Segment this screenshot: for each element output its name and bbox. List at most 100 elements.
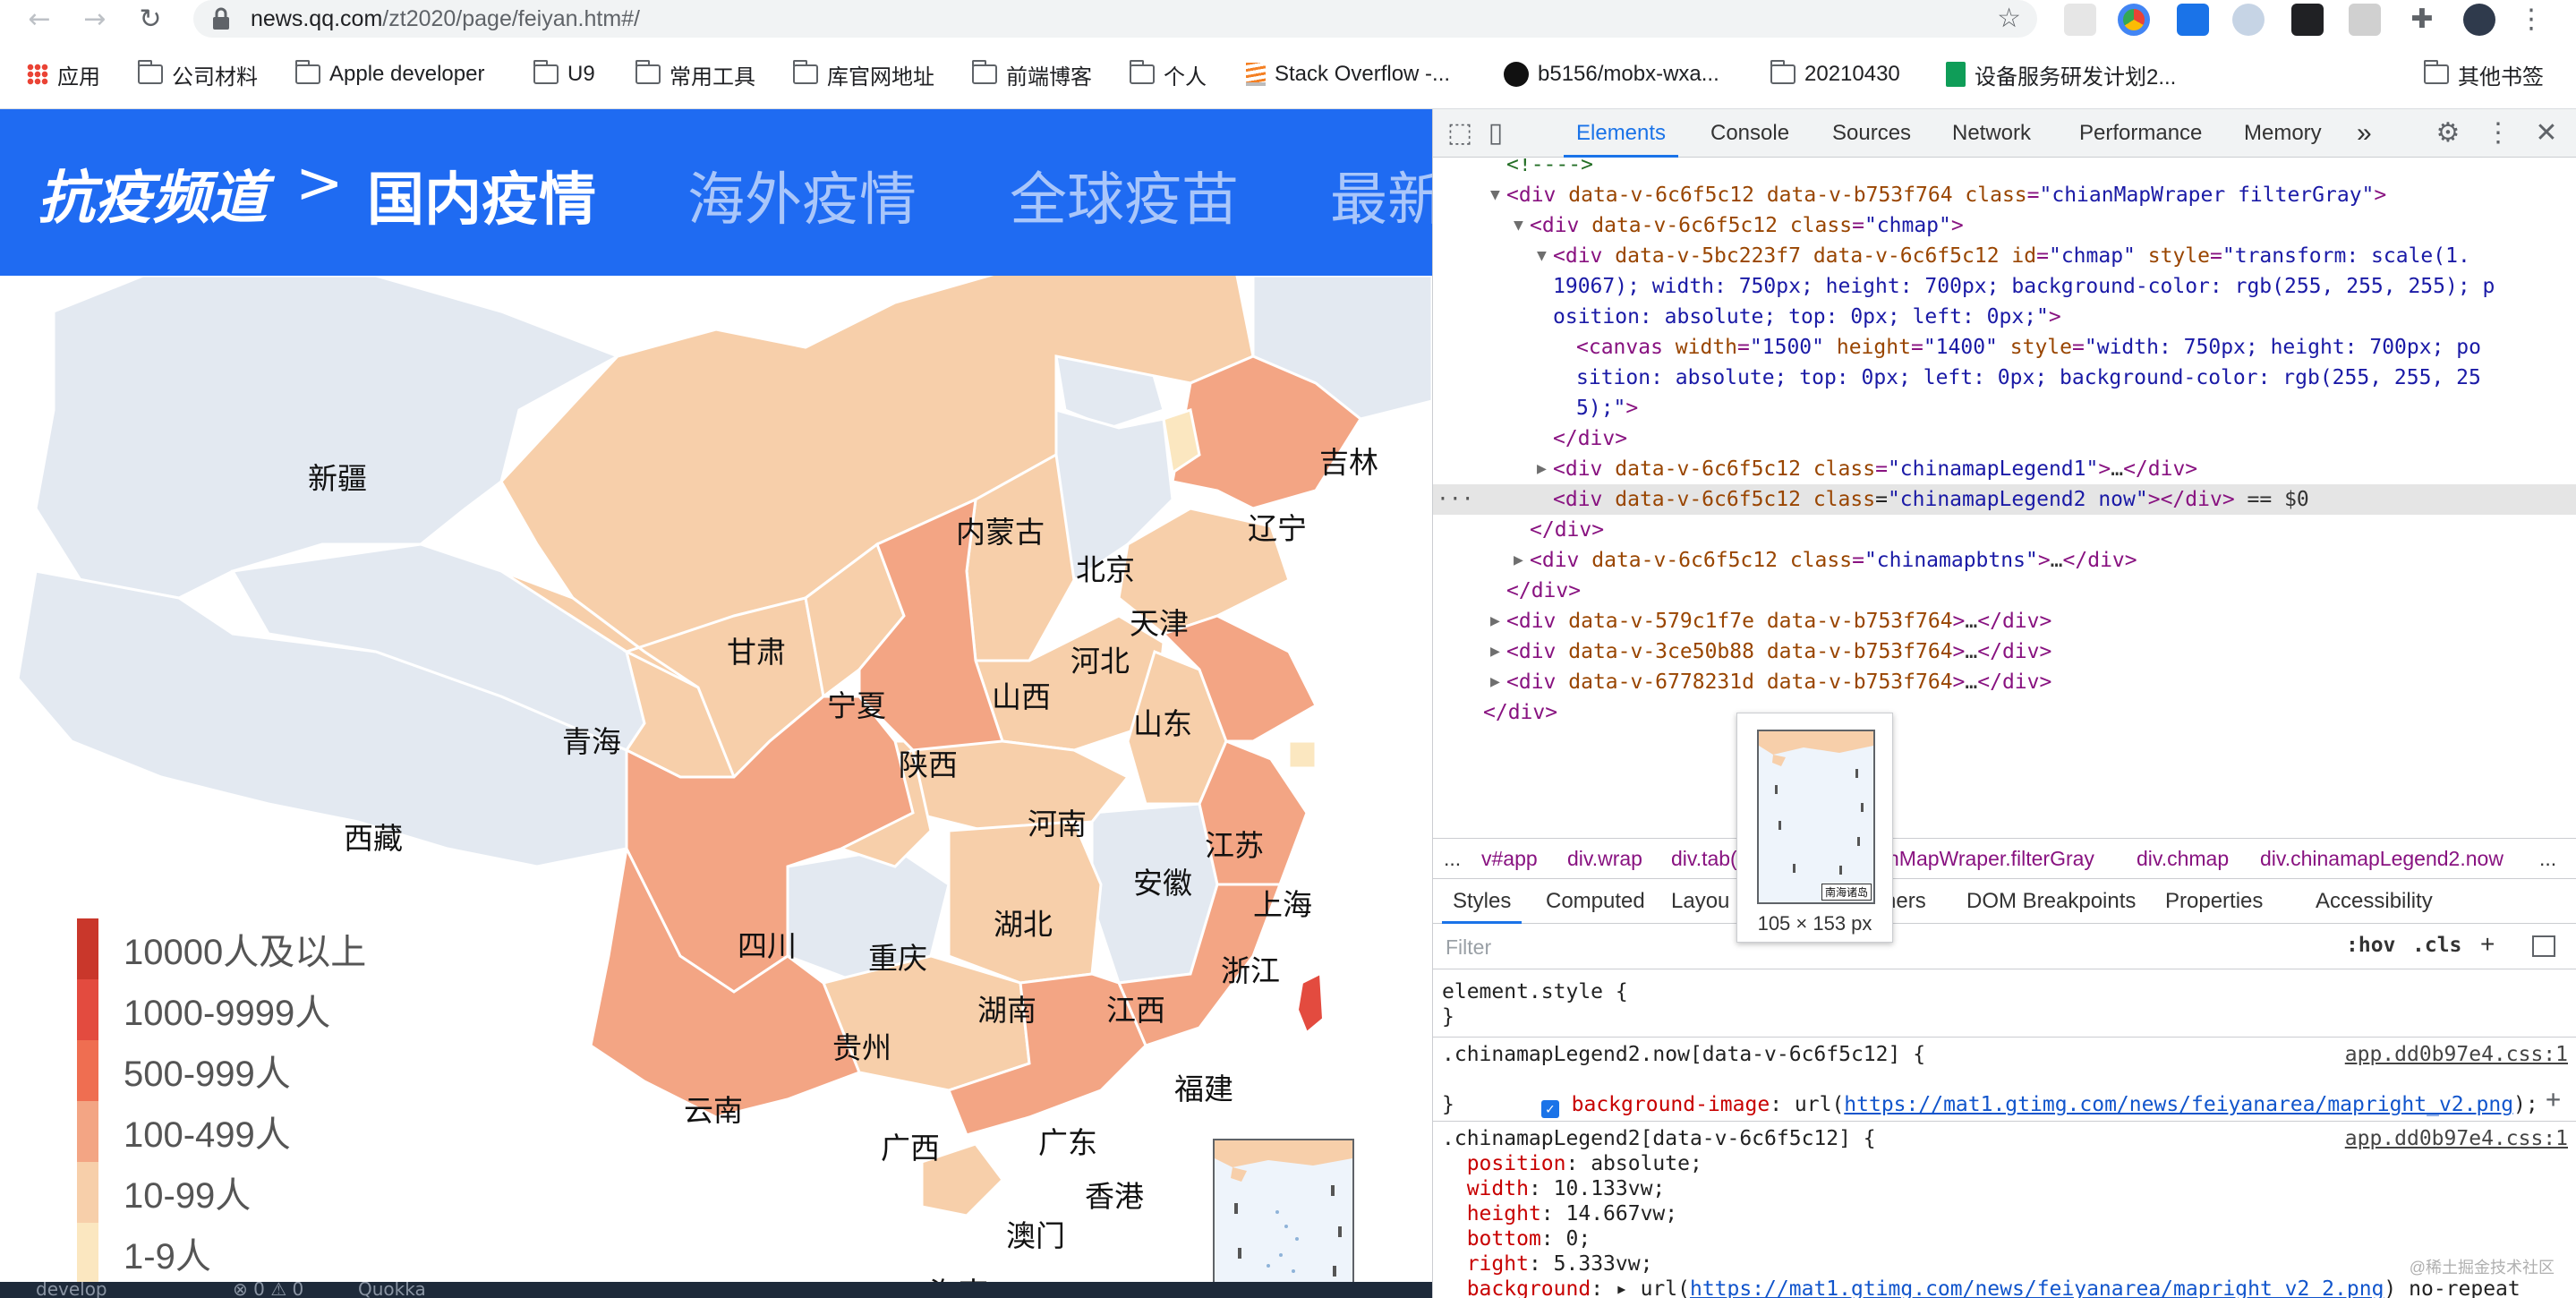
dom-node[interactable]: </div> (1433, 515, 2576, 545)
tab-domestic[interactable]: 国内疫情 (367, 154, 596, 236)
dom-node[interactable]: <canvas width="1500" height="1400" style… (1433, 332, 2576, 363)
device-toolbar-icon[interactable]: ▯ (1480, 117, 1512, 149)
expand-arrow-right-icon[interactable]: ▶ (1537, 454, 1547, 484)
close-icon[interactable]: ✕ (2530, 117, 2563, 149)
breadcrumb-item[interactable]: div.tab( (1671, 839, 1737, 878)
breadcrumb-item[interactable]: div.chmap (2137, 839, 2229, 878)
dom-node[interactable]: ▼ <div data-v-6c6f5c12 class="chmap"> (1433, 210, 2576, 241)
expand-arrow-right-icon[interactable]: ▶ (1514, 545, 1523, 576)
extension-r-icon[interactable] (2232, 4, 2265, 36)
bookmark-folder[interactable]: 常用工具 (635, 57, 755, 91)
kebab-menu-icon[interactable]: ⋮ (2482, 117, 2514, 149)
expand-arrow-down-icon[interactable]: ▼ (1537, 241, 1547, 271)
rule2-declaration[interactable]: height: 14.667vw; (1442, 1201, 1677, 1226)
bookmark-apps[interactable]: 应用 (27, 57, 100, 91)
forward-icon[interactable]: → (77, 2, 113, 38)
add-declaration-icon[interactable]: + (2546, 1087, 2561, 1112)
dom-node[interactable]: ▼ <div data-v-6c6f5c12 data-v-b753f764 cl… (1433, 180, 2576, 210)
dom-node[interactable]: ▼ <div data-v-5bc223f7 data-v-6c6f5c12 id… (1433, 241, 2576, 271)
devtools-tab-elements[interactable]: Elements (1563, 109, 1679, 158)
bookmark-star-icon[interactable]: ☆ (1997, 0, 2021, 38)
tab-overseas[interactable]: 海外疫情 (687, 154, 917, 236)
gear-icon[interactable]: ⚙ (2432, 117, 2464, 149)
back-icon[interactable]: ← (21, 2, 57, 38)
dom-node[interactable]: 5);"> (1433, 393, 2576, 423)
expand-arrow-right-icon[interactable]: ▶ (1490, 636, 1500, 667)
dom-node[interactable]: ▶ <div data-v-6778231d data-v-b753f764>…<… (1433, 667, 2576, 697)
devtools-tab-console[interactable]: Console (1710, 109, 1789, 158)
expand-arrow-down-icon[interactable]: ▼ (1514, 210, 1523, 241)
rule2-source-link[interactable]: app.dd0b97e4.css:1 (2345, 1126, 2568, 1151)
subtab-properties[interactable]: Properties (2165, 879, 2263, 924)
dom-node[interactable]: ▶ <div data-v-6c6f5c12 class="chinamapLeg… (1433, 454, 2576, 484)
rule2-selector[interactable]: .chinamapLegend2[data-v-6c6f5c12] { (1442, 1126, 1876, 1151)
hov-toggle[interactable]: :hov (2346, 934, 2395, 957)
bookmark-folder[interactable]: 前端博客 (971, 57, 1092, 91)
extension-icon[interactable] (2064, 4, 2096, 36)
channel-brand[interactable]: 抗疫频道 (38, 152, 267, 235)
reload-icon[interactable]: ↻ (132, 2, 168, 38)
subtab-accessibility[interactable]: Accessibility (2316, 879, 2433, 924)
dom-node[interactable]: osition: absolute; top: 0px; left: 0px;"… (1433, 302, 2576, 332)
expand-arrow-right-icon[interactable]: ▶ (1490, 667, 1500, 697)
subtab-layout[interactable]: Layou (1671, 879, 1729, 924)
devtools-tab-memory[interactable]: Memory (2244, 109, 2322, 158)
extension-badge-icon[interactable] (2349, 4, 2381, 36)
breadcrumb-overflow[interactable]: ... (1444, 839, 1461, 878)
download-icon[interactable] (2177, 4, 2209, 36)
breadcrumb-item[interactable]: div.chinamapLegend2.now (2260, 839, 2503, 878)
breadcrumb-item[interactable]: v#app (1481, 839, 1538, 878)
dom-node[interactable]: sition: absolute; top: 0px; left: 0px; b… (1433, 363, 2576, 393)
dom-node[interactable]: ▶ <div data-v-579c1f7e data-v-b753f764>…<… (1433, 606, 2576, 636)
avatar[interactable] (2463, 4, 2495, 36)
devtools-tab-network[interactable]: Network (1952, 109, 2031, 158)
rule2-declaration[interactable]: right: 5.333vw; (1442, 1251, 1653, 1277)
dom-node[interactable]: </div> (1433, 576, 2576, 606)
dom-node[interactable]: </div> (1433, 697, 2576, 728)
more-tabs-icon[interactable]: » (2357, 109, 2372, 158)
puzzle-icon[interactable]: ✚ (2406, 4, 2438, 36)
dom-node[interactable]: ▶ <div data-v-3ce50b88 data-v-b753f764>…<… (1433, 636, 2576, 667)
rule2-declaration[interactable]: bottom: 0; (1442, 1226, 1591, 1251)
bookmark-folder[interactable]: 20210430 (1770, 57, 1900, 91)
dom-node[interactable]: ▶ <div data-v-6c6f5c12 class="chinamapbtn… (1433, 545, 2576, 576)
bookmark-folder[interactable]: 公司材料 (137, 57, 258, 91)
breadcrumb-item[interactable]: nMapWraper.filterGray (1888, 839, 2094, 878)
dom-node[interactable]: </div> (1433, 423, 2576, 454)
cls-toggle[interactable]: .cls (2412, 934, 2461, 957)
dom-node[interactable]: 19067); width: 750px; height: 700px; bac… (1433, 271, 2576, 302)
rule2-declaration[interactable]: width: 10.133vw; (1442, 1176, 1666, 1201)
rule1-selector[interactable]: .chinamapLegend2.now[data-v-6c6f5c12] { (1442, 1042, 1925, 1067)
breadcrumb-overflow[interactable]: ... (2539, 839, 2556, 878)
devtools-tab-performance[interactable]: Performance (2079, 109, 2202, 158)
sidebar-toggle-icon[interactable] (2532, 935, 2555, 957)
bookmark-sheets[interactable]: 设备服务研发计划2... (1946, 57, 2176, 91)
expand-arrow-down-icon[interactable]: ▼ (1490, 180, 1500, 210)
tab-latest[interactable]: 最新 (1330, 154, 1432, 236)
dom-node-actions-icon[interactable]: ··· (1437, 484, 1474, 515)
address-bar[interactable]: news.qq.com/zt2020/page/feiyan.htm#/ ☆ (193, 0, 2037, 38)
kebab-menu-icon[interactable]: ⋮ (2515, 4, 2547, 36)
bookmark-folder[interactable]: 库官网地址 (792, 57, 934, 91)
inspect-element-icon[interactable]: ⬚ (1444, 117, 1476, 149)
breadcrumb-item[interactable]: div.wrap (1567, 839, 1642, 878)
bookmark-github[interactable]: b5156/mobx-wxa... (1504, 57, 1719, 91)
subtab-styles[interactable]: Styles (1441, 879, 1523, 924)
bookmark-other[interactable]: 其他书签 (2423, 57, 2544, 91)
rule2-declaration[interactable]: position: absolute; (1442, 1151, 1702, 1176)
bookmark-folder[interactable]: 个人 (1129, 57, 1207, 91)
dom-node[interactable]: <!----> (1433, 158, 2576, 180)
dom-node-selected[interactable]: ··· <div data-v-6c6f5c12 class="chinamapL… (1433, 484, 2576, 515)
css-url-link[interactable]: https://mat1.gtimg.com/news/feiyanarea/m… (1844, 1093, 2513, 1116)
tab-vaccine[interactable]: 全球疫苗 (1010, 154, 1239, 236)
css-url-link[interactable]: https://mat1.gtimg.com/news/feiyanarea/m… (1690, 1277, 2384, 1298)
bookmark-folder[interactable]: Apple developer (294, 57, 484, 91)
checkbox-checked-icon[interactable]: ✓ (1540, 1100, 1559, 1118)
devtools-tab-sources[interactable]: Sources (1832, 109, 1911, 158)
expand-arrow-right-icon[interactable]: ▶ (1490, 606, 1500, 636)
chrome-extension-icon[interactable] (2118, 4, 2150, 36)
subtab-computed[interactable]: Computed (1546, 879, 1645, 924)
add-rule-icon[interactable]: + (2480, 930, 2495, 959)
subtab-dom-breakpoints[interactable]: DOM Breakpoints (1966, 879, 2136, 924)
binary-extension-icon[interactable] (2291, 4, 2324, 36)
